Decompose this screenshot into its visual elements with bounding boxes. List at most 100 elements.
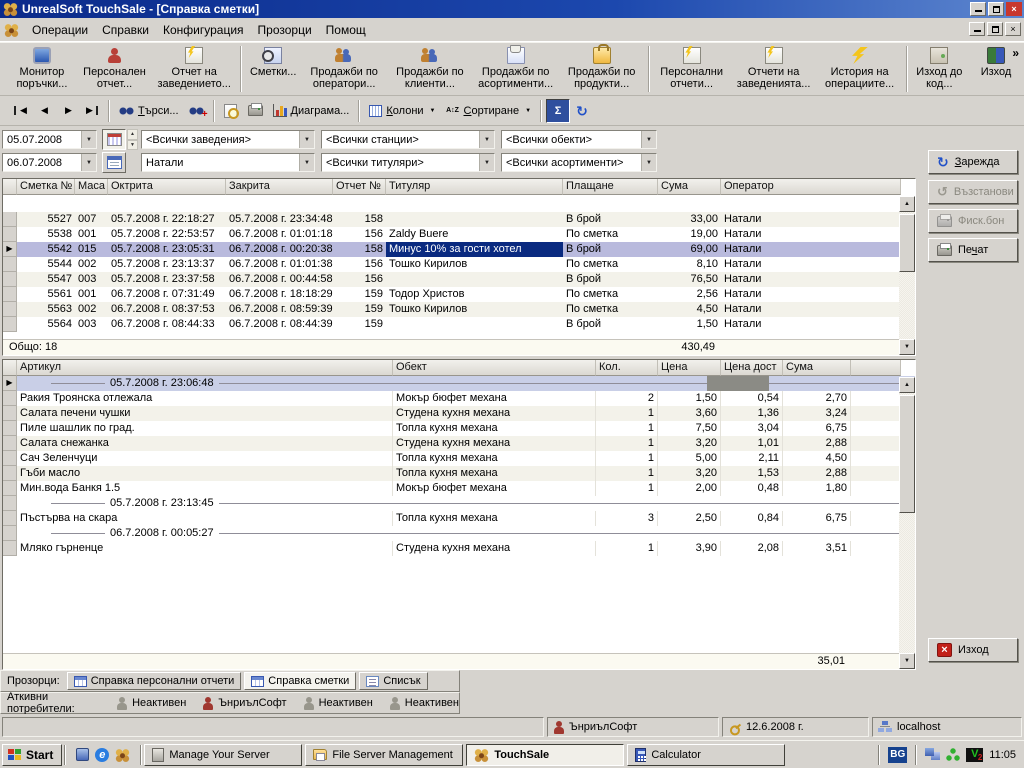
- sort-button[interactable]: A↕Z Сортиране ▼: [441, 99, 537, 123]
- column-header-цена-дост[interactable]: Цена дост: [721, 360, 783, 376]
- table-row[interactable]: Салата печени чушкиСтудена кухня механа1…: [3, 406, 915, 421]
- table-row[interactable]: ▶554201505.7.2008 г. 23:05:3106.7.2008 г…: [3, 242, 915, 257]
- column-header-цена[interactable]: Цена: [658, 360, 721, 376]
- column-header-кол[interactable]: Кол.: [596, 360, 658, 376]
- columns-button[interactable]: Колони ▼: [364, 99, 440, 123]
- table-row[interactable]: Мин.вода Банкя 1.5Мокър бюфет механа12,0…: [3, 481, 915, 496]
- toolbar-сметки[interactable]: Сметки...: [245, 45, 301, 80]
- column-header-сума[interactable]: Сума: [658, 179, 721, 195]
- tab-списък[interactable]: Списък: [359, 672, 427, 690]
- fiscal-receipt-button[interactable]: Фиск.бон: [928, 209, 1018, 233]
- scroll-down-icon[interactable]: ▼: [899, 339, 915, 355]
- scroll-thumb[interactable]: [899, 395, 915, 513]
- tab-справка-персонални-отчети[interactable]: Справка персонални отчети: [67, 672, 242, 690]
- toolbar-монитор-поръчки[interactable]: Монитор поръчки...: [6, 45, 78, 92]
- column-header-сметка[interactable]: Сметка №: [17, 179, 75, 195]
- column-header-обект[interactable]: Обект: [393, 360, 596, 376]
- column-header-закрита[interactable]: Закрита: [226, 179, 333, 195]
- venue-filter-combo[interactable]: <Всички заведения> ▼: [141, 130, 315, 149]
- objects-filter-dropdown[interactable]: ▼: [641, 131, 656, 148]
- column-header-отчет[interactable]: Отчет №: [333, 179, 386, 195]
- titular-filter-combo[interactable]: <Всички титуляри> ▼: [321, 153, 495, 172]
- table-row[interactable]: Сач ЗеленчуциТопла кухня механа15,002,11…: [3, 451, 915, 466]
- date-to-combo[interactable]: 06.07.2008 ▼: [2, 153, 97, 172]
- venue-filter-dropdown[interactable]: ▼: [299, 131, 314, 148]
- menu-справки[interactable]: Справки: [95, 20, 156, 40]
- toolbar-отчети-на-заведенията[interactable]: Отчети на заведенията...: [731, 45, 817, 92]
- date-spinner[interactable]: ▲▼: [127, 129, 138, 150]
- date-from-dropdown[interactable]: ▼: [81, 131, 96, 148]
- toolbar-продажби-по-оператори[interactable]: Продажби по оператори...: [301, 45, 387, 92]
- operator-filter-dropdown[interactable]: ▼: [299, 154, 314, 171]
- refresh-button[interactable]: ↻: [570, 99, 594, 123]
- tab-справка-сметки[interactable]: Справка сметки: [244, 672, 356, 690]
- nav-last-button[interactable]: ▶: [80, 99, 104, 123]
- menu-помощ[interactable]: Помощ: [319, 20, 373, 40]
- quick-launch-app-icon[interactable]: [76, 748, 89, 761]
- task-touchsale[interactable]: TouchSale: [466, 744, 624, 766]
- nav-prev-button[interactable]: ◀: [32, 99, 56, 123]
- assortment-filter-combo[interactable]: <Всички асортименти> ▼: [501, 153, 657, 172]
- toolbar-продажби-по-продукти[interactable]: Продажби по продукти...: [559, 45, 645, 92]
- date-from-combo[interactable]: 05.07.2008 ▼: [2, 130, 97, 149]
- table-row[interactable]: 556300206.7.2008 г. 08:37:5306.7.2008 г.…: [3, 302, 915, 317]
- task-file-server-management[interactable]: File Server Management: [305, 744, 463, 766]
- titular-filter-dropdown[interactable]: ▼: [479, 154, 494, 171]
- mdi-close-button[interactable]: ×: [1005, 22, 1021, 36]
- start-button[interactable]: Start: [2, 744, 62, 766]
- language-indicator[interactable]: BG: [888, 747, 907, 763]
- minimize-button[interactable]: [970, 2, 986, 16]
- assortment-filter-dropdown[interactable]: ▼: [641, 154, 656, 171]
- nav-next-button[interactable]: ▶: [56, 99, 80, 123]
- print-button[interactable]: [243, 99, 268, 123]
- objects-filter-combo[interactable]: <Всички обекти> ▼: [501, 130, 657, 149]
- card-view-button[interactable]: [102, 152, 126, 173]
- task-manage-your-server[interactable]: Manage Your Server: [144, 744, 302, 766]
- exit-button[interactable]: × Изход: [928, 638, 1018, 662]
- print-preview-button[interactable]: [219, 99, 243, 123]
- table-row[interactable]: Гъби маслоТопла кухня механа13,201,532,8…: [3, 466, 915, 481]
- close-button[interactable]: ×: [1006, 2, 1022, 16]
- group-row[interactable]: 05.7.2008 г. 23:13:45: [3, 496, 915, 511]
- bills-grid-scrollbar[interactable]: ▲ ▼: [899, 196, 915, 355]
- toolbar-отчет-на-заведението[interactable]: Отчет на заведението...: [151, 45, 237, 92]
- task-calculator[interactable]: Calculator: [627, 744, 785, 766]
- menu-прозорци[interactable]: Прозорци: [251, 20, 319, 40]
- restore-button[interactable]: [988, 2, 1004, 16]
- scroll-up-icon[interactable]: ▲: [899, 196, 915, 212]
- scroll-thumb[interactable]: [899, 214, 915, 272]
- column-header-октрита[interactable]: Октрита: [108, 179, 226, 195]
- load-button[interactable]: ↻ Зарежда: [928, 150, 1018, 174]
- table-row[interactable]: Салата снежанкаСтудена кухня механа13,20…: [3, 436, 915, 451]
- toolbar-продажби-по-асортименти[interactable]: Продажби по асортименти...: [473, 45, 559, 92]
- toolbar-изход-до-код[interactable]: Изход до код...: [911, 45, 968, 92]
- touchsale-quick-icon[interactable]: [115, 748, 130, 762]
- antivirus-tray-icon[interactable]: V: [966, 748, 983, 762]
- table-row[interactable]: 553800105.7.2008 г. 22:53:5706.7.2008 г.…: [3, 227, 915, 242]
- items-grid-scrollbar[interactable]: ▲ ▼: [899, 377, 915, 669]
- table-row[interactable]: 556400306.7.2008 г. 08:44:3306.7.2008 г.…: [3, 317, 915, 332]
- station-filter-combo[interactable]: <Всички станции> ▼: [321, 130, 495, 149]
- calendar-toggle-button[interactable]: [102, 129, 126, 150]
- search-button[interactable]: Търси...: [114, 99, 184, 123]
- column-header-артикул[interactable]: Артикул: [17, 360, 393, 376]
- menu-операции[interactable]: Операции: [25, 20, 95, 40]
- molecule-tray-icon[interactable]: [946, 748, 960, 761]
- print-bill-button[interactable]: Печат: [928, 238, 1018, 262]
- network-tray-icon[interactable]: [925, 748, 940, 761]
- table-row[interactable]: Ракия Троянска отлежалаМокър бюфет механ…: [3, 391, 915, 406]
- column-header-плащане[interactable]: Плащане: [563, 179, 658, 195]
- table-row[interactable]: 552700705.7.2008 г. 22:18:2705.7.2008 г.…: [3, 212, 915, 227]
- diagram-button[interactable]: Диаграма...: [268, 99, 355, 123]
- mdi-minimize-button[interactable]: [969, 22, 985, 36]
- group-row[interactable]: 06.7.2008 г. 00:05:27: [3, 526, 915, 541]
- restore-bill-button[interactable]: ↺ Възстанови: [928, 180, 1018, 204]
- toolbar-продажби-по-клиенти[interactable]: Продажби по клиенти...: [387, 45, 473, 92]
- column-header-сума[interactable]: Сума: [783, 360, 851, 376]
- date-to-dropdown[interactable]: ▼: [81, 154, 96, 171]
- toolbar-персонални-отчети[interactable]: Персонални отчети...: [653, 45, 731, 92]
- scroll-down-icon[interactable]: ▼: [899, 653, 915, 669]
- table-row[interactable]: 554400205.7.2008 г. 23:13:3706.7.2008 г.…: [3, 257, 915, 272]
- mdi-restore-button[interactable]: [987, 22, 1003, 36]
- menu-конфигурация[interactable]: Конфигурация: [156, 20, 251, 40]
